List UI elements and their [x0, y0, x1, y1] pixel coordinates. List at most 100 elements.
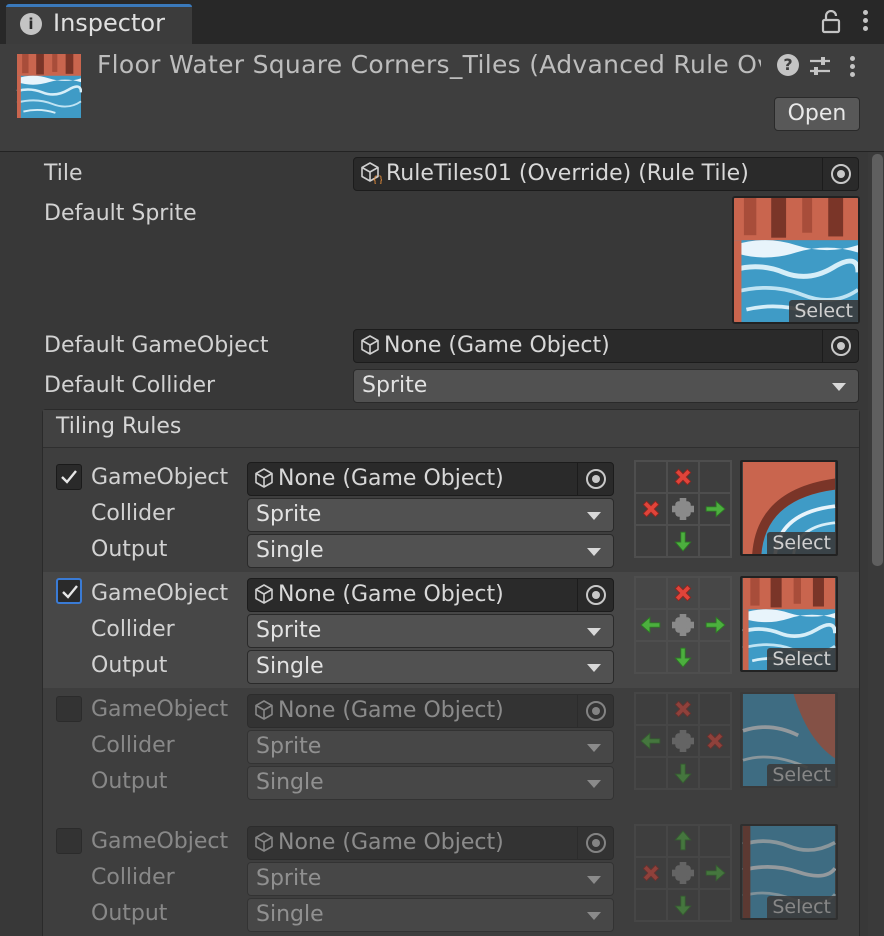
object-picker-icon[interactable]	[822, 330, 858, 362]
rule-output-dropdown[interactable]: Single	[247, 898, 614, 932]
rule-output-dropdown[interactable]: Single	[247, 650, 614, 684]
component-menu-icon[interactable]	[848, 56, 856, 80]
rule-sprite-field[interactable]: Select	[740, 460, 838, 556]
gameobject-icon	[360, 335, 380, 355]
tab-inspector[interactable]: i Inspector	[6, 4, 192, 44]
sprite-select-button[interactable]: Select	[767, 648, 836, 670]
neighbor-cell[interactable]	[699, 493, 731, 525]
neighbor-cell[interactable]	[635, 757, 667, 789]
default-gameobject-field[interactable]: None (Game Object)	[353, 329, 859, 363]
rule-output-label: Output	[91, 769, 168, 794]
rule-collider-dropdown[interactable]: Sprite	[247, 862, 614, 896]
rule-enabled-checkbox[interactable]	[56, 578, 82, 604]
sprite-select-button[interactable]: Select	[789, 300, 858, 322]
rule-collider-dropdown[interactable]: Sprite	[247, 730, 614, 764]
default-collider-dropdown[interactable]: Sprite	[353, 369, 859, 403]
neighbor-cell[interactable]	[635, 609, 667, 641]
tiling-rule[interactable]: GameObject Collider Output None (Game Ob…	[43, 460, 859, 576]
neighbor-cell[interactable]	[635, 725, 667, 757]
neighbor-cell[interactable]	[699, 525, 731, 557]
object-picker-icon[interactable]	[577, 827, 613, 859]
inspector-header: Floor Water Square Corners_Tiles (Advanc…	[0, 44, 884, 152]
rule-sprite-field[interactable]: Select	[740, 692, 838, 788]
object-picker-icon[interactable]	[822, 158, 858, 190]
neighbor-cell[interactable]	[667, 725, 699, 757]
neighbor-cell[interactable]	[699, 725, 731, 757]
tab-bar: i Inspector	[0, 0, 884, 44]
neighbor-cell[interactable]	[635, 857, 667, 889]
rule-sprite-field[interactable]: Select	[740, 576, 838, 672]
neighbor-cell[interactable]	[667, 757, 699, 789]
scrollbar-thumb[interactable]	[872, 154, 883, 566]
rule-sprite-field[interactable]: Select	[740, 824, 838, 920]
arrow-down-icon	[672, 762, 694, 784]
neighbor-cell[interactable]	[635, 825, 667, 857]
sprite-select-button[interactable]: Select	[767, 764, 836, 786]
neighbor-cell[interactable]	[667, 641, 699, 673]
rule-enabled-checkbox[interactable]	[56, 464, 82, 490]
rule-output-dropdown[interactable]: Single	[247, 534, 614, 568]
neighbor-cell[interactable]	[635, 641, 667, 673]
neighbor-cell[interactable]	[635, 693, 667, 725]
neighbor-cell[interactable]	[699, 825, 731, 857]
object-picker-icon[interactable]	[577, 695, 613, 727]
neighbor-cell[interactable]	[635, 493, 667, 525]
gameobject-icon	[254, 832, 274, 852]
neighbor-cell[interactable]	[635, 889, 667, 921]
sprite-select-button[interactable]: Select	[767, 532, 836, 554]
neighbor-cell[interactable]	[699, 889, 731, 921]
rule-output-label: Output	[91, 653, 168, 678]
tiling-rule[interactable]: GameObject Collider Output None (Game Ob…	[43, 824, 859, 936]
neighbor-cell[interactable]	[667, 577, 699, 609]
rule-enabled-checkbox[interactable]	[56, 696, 82, 722]
neighbor-cell[interactable]	[667, 889, 699, 921]
rule-collider-dropdown[interactable]: Sprite	[247, 498, 614, 532]
default-sprite-field[interactable]: Select	[732, 196, 860, 324]
neighbor-grid[interactable]	[634, 692, 732, 790]
neighbor-cell[interactable]	[699, 757, 731, 789]
neighbor-cell[interactable]	[699, 461, 731, 493]
neighbor-cell[interactable]	[667, 693, 699, 725]
default-collider-label: Default Collider	[44, 373, 216, 398]
lock-icon[interactable]	[820, 10, 842, 34]
neighbor-cell[interactable]	[699, 693, 731, 725]
neighbor-cell[interactable]	[667, 857, 699, 889]
rule-gameobject-field[interactable]: None (Game Object)	[247, 578, 614, 612]
rule-gameobject-field[interactable]: None (Game Object)	[247, 826, 614, 860]
tiling-rule[interactable]: GameObject Collider Output None (Game Ob…	[43, 572, 859, 688]
neighbor-grid[interactable]	[634, 576, 732, 674]
arrow-right-icon	[704, 862, 726, 884]
neighbor-cell[interactable]	[699, 641, 731, 673]
neighbor-cell[interactable]	[699, 609, 731, 641]
tiling-rule[interactable]: GameObject Collider Output None (Game Ob…	[43, 692, 859, 808]
neighbor-cell[interactable]	[667, 825, 699, 857]
neighbor-cell[interactable]	[635, 525, 667, 557]
neighbor-cell[interactable]	[667, 461, 699, 493]
rule-collider-dropdown[interactable]: Sprite	[247, 614, 614, 648]
help-icon[interactable]: ?	[777, 54, 799, 76]
tab-menu-icon[interactable]	[861, 10, 869, 34]
rule-enabled-checkbox[interactable]	[56, 828, 82, 854]
neighbor-grid[interactable]	[634, 460, 732, 558]
open-button[interactable]: Open	[774, 97, 860, 131]
neighbor-cell[interactable]	[667, 609, 699, 641]
neighbor-cell[interactable]	[667, 525, 699, 557]
rule-output-label: Output	[91, 901, 168, 926]
gameobject-icon	[254, 584, 274, 604]
object-picker-icon[interactable]	[577, 463, 613, 495]
object-picker-icon[interactable]	[577, 579, 613, 611]
neighbor-grid[interactable]	[634, 824, 732, 922]
preset-sliders-icon[interactable]	[808, 54, 832, 78]
info-icon: i	[20, 13, 42, 35]
neighbor-cell[interactable]	[667, 493, 699, 525]
neighbor-cell[interactable]	[699, 577, 731, 609]
rule-gameobject-field[interactable]: None (Game Object)	[247, 694, 614, 728]
rule-gameobject-field[interactable]: None (Game Object)	[247, 462, 614, 496]
rule-output-dropdown[interactable]: Single	[247, 766, 614, 800]
sprite-select-button[interactable]: Select	[767, 896, 836, 918]
neighbor-cell[interactable]	[699, 857, 731, 889]
rule-gameobject-value: None (Game Object)	[278, 466, 504, 491]
neighbor-cell[interactable]	[635, 461, 667, 493]
tile-field[interactable]: {} RuleTiles01 (Override) (Rule Tile)	[353, 157, 859, 191]
neighbor-cell[interactable]	[635, 577, 667, 609]
